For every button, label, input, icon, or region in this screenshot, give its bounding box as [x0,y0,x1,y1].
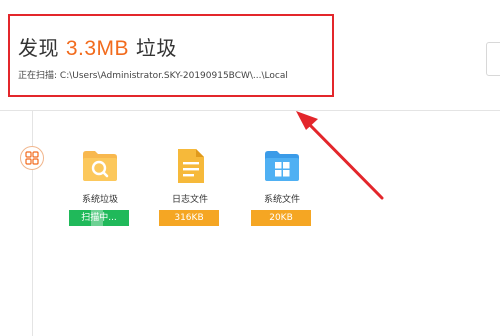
status-text: 扫描中... [81,213,117,223]
item-label: 系统文件 [263,195,300,205]
status-badge: 316KB [159,210,219,226]
item-label: 系统垃圾 [81,195,118,205]
scan-summary-panel: 发现 3.3MB 垃圾 正在扫描: C:\Users\Administrator… [0,0,500,111]
status-text: 20KB [269,213,293,223]
scan-headline: 发现 3.3MB 垃圾 [18,32,177,61]
category-view-button[interactable] [20,146,44,170]
search-folder-icon [82,148,118,184]
found-prefix: 发现 [18,36,59,60]
grid-icon [25,151,39,165]
log-file-icon [172,148,208,184]
sidebar-divider [32,111,33,336]
status-text: 316KB [174,213,204,223]
scan-label: 正在扫描: [18,71,58,81]
scan-path: C:\Users\Administrator.SKY-20190915BCW\.… [59,71,288,81]
status-badge: 20KB [251,210,311,226]
found-suffix: 垃圾 [135,36,177,60]
junk-size: 3.3MB [65,37,130,60]
scan-path-line: 正在扫描: C:\Users\Administrator.SKY-2019091… [18,68,288,81]
item-label: 日志文件 [171,195,208,205]
status-badge: 扫描中... [69,210,129,226]
action-button[interactable] [486,42,500,76]
windows-file-icon [264,148,300,184]
